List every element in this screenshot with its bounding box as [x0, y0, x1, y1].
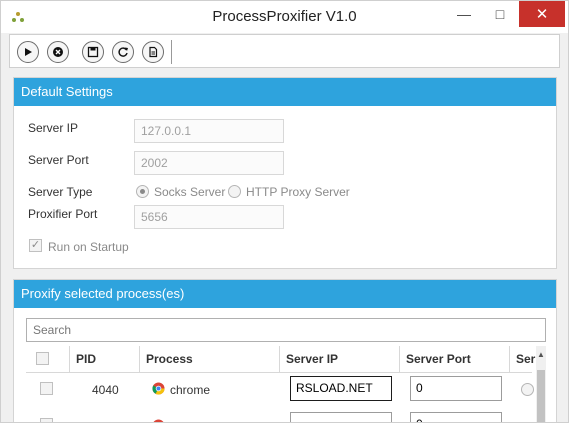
default-settings-panel: Default Settings Server IP 127.0.0.1 Ser…	[13, 77, 557, 269]
start-button[interactable]	[17, 41, 39, 63]
row-server-port-input[interactable]: 0	[410, 376, 502, 401]
title-bar: ProcessProxifier V1.0 — □ ✕	[1, 1, 568, 33]
proxify-panel: Proxify selected process(es) Search PID …	[13, 279, 557, 422]
toolbar-separator	[171, 40, 172, 64]
search-input[interactable]: Search	[26, 318, 546, 342]
run-on-startup-label: Run on Startup	[48, 240, 129, 254]
row-pid: 4040	[92, 383, 119, 397]
header-divider	[26, 372, 532, 373]
toolbar	[9, 34, 560, 68]
app-window: ProcessProxifier V1.0 — □ ✕ Default Sett…	[0, 0, 569, 423]
run-on-startup-checkbox[interactable]: ✓	[29, 239, 42, 252]
scrollbar-thumb[interactable]	[537, 370, 545, 422]
close-button[interactable]: ✕	[519, 1, 565, 27]
select-all-checkbox[interactable]	[36, 352, 49, 365]
column-header-server-port[interactable]: Server Port	[400, 346, 510, 372]
column-header-pid[interactable]: PID	[70, 346, 140, 372]
chrome-icon	[153, 419, 164, 422]
stop-icon	[53, 47, 63, 57]
header-select-all	[26, 346, 70, 372]
proxify-header: Proxify selected process(es)	[14, 280, 556, 308]
save-button[interactable]	[82, 41, 104, 63]
http-proxy-label: HTTP Proxy Server	[246, 185, 350, 199]
column-header-server-ip[interactable]: Server IP	[280, 346, 400, 372]
minimize-button[interactable]: —	[449, 1, 479, 27]
play-icon	[25, 48, 32, 56]
scroll-up-arrow-icon[interactable]: ▲	[536, 350, 546, 359]
column-header-server-type[interactable]: Ser	[510, 346, 536, 372]
maximize-button[interactable]: □	[485, 1, 515, 27]
server-type-label: Server Type	[28, 185, 93, 199]
server-port-label: Server Port	[28, 153, 89, 167]
http-proxy-radio[interactable]	[228, 185, 241, 198]
server-ip-field[interactable]: 127.0.0.1	[134, 119, 284, 143]
socks-server-radio[interactable]	[136, 185, 149, 198]
row-process: chrome	[170, 383, 211, 397]
log-button[interactable]	[142, 41, 164, 63]
socks-server-label: Socks Server	[154, 185, 226, 199]
refresh-button[interactable]	[112, 41, 134, 63]
row-checkbox[interactable]	[40, 418, 53, 422]
row-server-ip-input[interactable]: RSLOAD.NET	[290, 376, 392, 401]
column-header-process[interactable]: Process	[140, 346, 280, 372]
grid-scrollbar[interactable]: ▲	[536, 346, 546, 422]
server-ip-label: Server IP	[28, 121, 79, 135]
row-server-port-input[interactable]: 0	[410, 412, 502, 422]
row-checkbox[interactable]	[40, 382, 53, 395]
save-icon	[87, 46, 99, 58]
row-server-ip-input[interactable]	[290, 412, 392, 422]
row-server-type-radio[interactable]	[521, 383, 534, 396]
refresh-icon	[118, 47, 128, 57]
process-grid: PID Process Server IP Server Port Ser 40…	[26, 346, 546, 422]
document-icon	[149, 46, 158, 58]
default-settings-header: Default Settings	[14, 78, 556, 106]
chrome-icon	[152, 382, 165, 395]
stop-button[interactable]	[47, 41, 69, 63]
proxifier-port-field[interactable]: 5656	[134, 205, 284, 229]
window-title: ProcessProxifier V1.0	[212, 8, 357, 25]
server-port-field[interactable]: 2002	[134, 151, 284, 175]
proxifier-port-label: Proxifier Port	[28, 207, 98, 221]
